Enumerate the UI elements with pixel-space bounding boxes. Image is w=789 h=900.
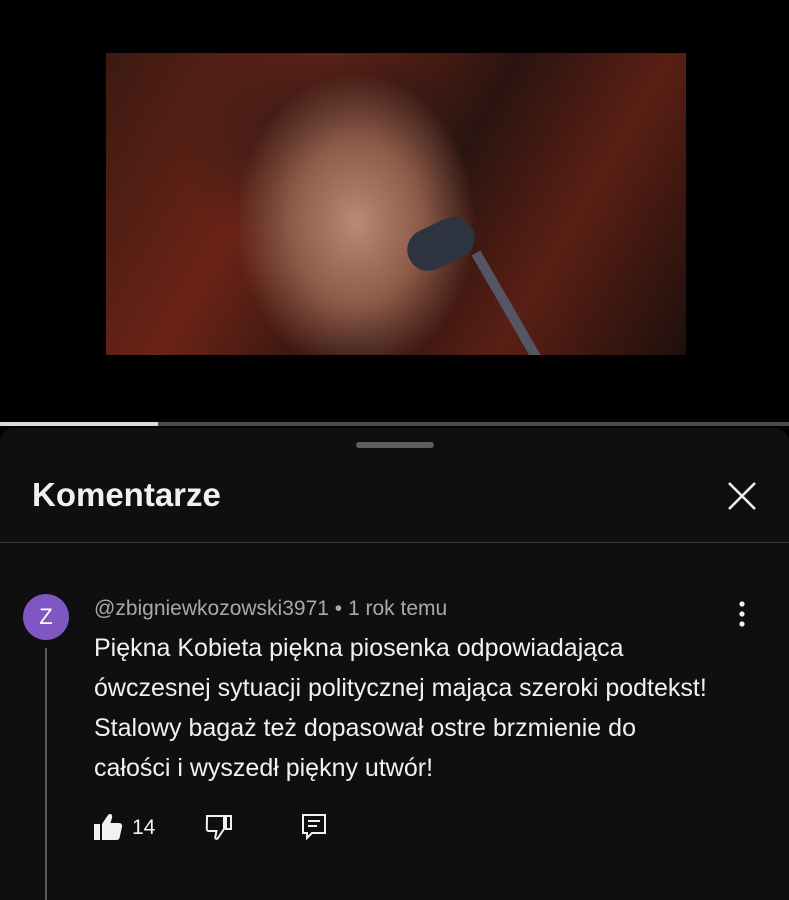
like-icon (94, 814, 123, 840)
more-vert-icon (739, 601, 745, 627)
dislike-icon (205, 815, 232, 840)
reply-button[interactable] (300, 812, 328, 847)
comments-title: Komentarze (32, 476, 221, 513)
video-progress-fill (0, 422, 158, 426)
header-divider (0, 542, 789, 543)
thread-line (45, 648, 47, 900)
like-count: 14 (132, 816, 156, 839)
video-frame[interactable] (106, 53, 686, 355)
dislike-button[interactable] (204, 812, 234, 847)
microphone (400, 210, 482, 278)
like-button[interactable]: 14 (92, 812, 155, 847)
avatar[interactable]: Z (23, 594, 69, 640)
drag-handle[interactable] (356, 442, 434, 448)
more-options-button[interactable] (728, 598, 756, 632)
comment-text: Piękna Kobieta piękna piosenka odpowiada… (94, 634, 707, 782)
close-button[interactable] (720, 474, 764, 518)
close-icon (728, 482, 756, 510)
comment-time: 1 rok temu (347, 597, 448, 620)
comments-sheet: Komentarze Z @zbigniewkozowski3971 • 1 r… (0, 428, 789, 900)
meta-separator: • (334, 597, 343, 620)
video-player[interactable] (0, 0, 789, 422)
microphone-stand (471, 250, 561, 355)
video-progress-bar[interactable] (0, 422, 789, 426)
reply-icon (302, 814, 326, 841)
comment-meta: @zbigniewkozowski3971 • 1 rok temu (94, 597, 447, 621)
comment-author[interactable]: @zbigniewkozowski3971 (94, 597, 329, 620)
